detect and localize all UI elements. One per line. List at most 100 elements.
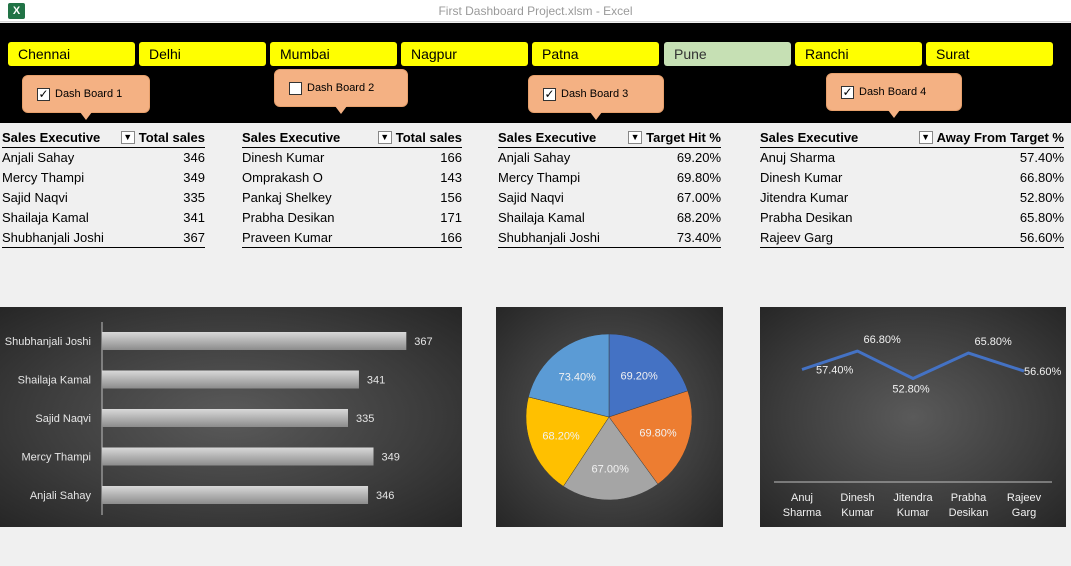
cell-value: 66.80% — [1019, 170, 1064, 185]
table-row[interactable]: Dinesh Kumar 66.80% — [760, 168, 1064, 188]
slicer-city-chennai[interactable]: Chennai — [8, 42, 135, 66]
cell-name: Dinesh Kumar — [760, 170, 843, 185]
table-row[interactable]: Dinesh Kumar 166 — [242, 148, 462, 168]
line-category-label: Anuj — [791, 492, 813, 504]
cell-value: 56.60% — [1019, 230, 1064, 245]
table-row[interactable]: Sajid Naqvi 67.00% — [498, 188, 721, 208]
table-row[interactable]: Shubhanjali Joshi 73.40% — [498, 228, 721, 248]
cell-name: Shailaja Kamal — [498, 210, 585, 225]
cell-value: 349 — [183, 170, 205, 185]
pivot-table-away-from-target: Sales Executive ▼ Away From Target % Anuj … — [760, 128, 1064, 248]
pie-data-label: 68.20% — [542, 431, 580, 443]
line-category-label: Kumar — [897, 507, 930, 519]
dashboard-3-label: Dash Board 3 — [561, 88, 629, 100]
slicer-city-nagpur[interactable]: Nagpur — [401, 42, 528, 66]
pie-data-label: 69.20% — [620, 370, 658, 382]
column-header: Total sales — [395, 130, 462, 145]
column-header: Target Hit % — [646, 130, 721, 145]
table-row[interactable]: Mercy Thampi 69.80% — [498, 168, 721, 188]
cell-value: 156 — [440, 190, 462, 205]
cell-name: Shubhanjali Joshi — [498, 230, 600, 245]
column-header: Sales Executive — [2, 130, 101, 145]
table-row[interactable]: Praveen Kumar 166 — [242, 228, 462, 248]
filter-icon[interactable]: ▼ — [120, 131, 135, 144]
cell-name: Anjali Sahay — [2, 150, 75, 165]
table-row[interactable]: Omprakash O 143 — [242, 168, 462, 188]
filter-icon[interactable]: ▼ — [628, 131, 643, 144]
bar-value-label: 341 — [367, 375, 385, 387]
line-data-label: 52.80% — [892, 384, 930, 396]
dashboard-2-callout: Dash Board 2 — [274, 69, 408, 114]
table-row[interactable]: Mercy Thampi 349 — [2, 168, 205, 188]
line-category-label: Prabha — [951, 492, 987, 504]
table-row[interactable]: Shubhanjali Joshi 367 — [2, 228, 205, 248]
cell-value: 346 — [183, 150, 205, 165]
slicer-city-mumbai[interactable]: Mumbai — [270, 42, 397, 66]
bar-1 — [102, 370, 359, 389]
cell-value: 335 — [183, 190, 205, 205]
cell-name: Pankaj Shelkey — [242, 190, 332, 205]
cell-name: Anuj Sharma — [760, 150, 836, 165]
cell-name: Omprakash O — [242, 170, 323, 185]
line-chart-svg: 57.40% Anuj Sharma 66.80% Dinesh Kumar 52.80% J… — [774, 334, 1062, 519]
cell-name: Jitendra Kumar — [760, 190, 849, 205]
cell-name: Prabha Desikan — [760, 210, 853, 225]
cell-value: 367 — [183, 230, 205, 245]
slicer-city-ranchi[interactable]: Ranchi — [795, 42, 922, 66]
table-row[interactable]: Prabha Desikan 171 — [242, 208, 462, 228]
cell-name: Mercy Thampi — [498, 170, 581, 185]
table-row[interactable]: Jitendra Kumar 52.80% — [760, 188, 1064, 208]
pivot-table-total-sales-1: Sales Executive ▼ Total sales Anjali Sahay… — [2, 128, 205, 248]
table-row[interactable]: Anjali Sahay 346 — [2, 148, 205, 168]
line-data-label: 56.60% — [1024, 366, 1062, 378]
slicer-city-surat[interactable]: Surat — [926, 42, 1053, 66]
table-row[interactable]: Prabha Desikan 65.80% — [760, 208, 1064, 228]
cell-name: Shailaja Kamal — [2, 210, 89, 225]
line-category-label: Garg — [1012, 507, 1036, 519]
line-data-label: 65.80% — [975, 336, 1013, 348]
table-row[interactable]: Anuj Sharma 57.40% — [760, 148, 1064, 168]
dashboard-3-checkbox[interactable]: ✓ — [543, 88, 556, 101]
column-header: Sales Executive — [242, 130, 341, 145]
table-row[interactable]: Anjali Sahay 69.20% — [498, 148, 721, 168]
line-category-label: Desikan — [949, 507, 989, 519]
filter-icon[interactable]: ▼ — [377, 131, 392, 144]
bar-category-label: Shailaja Kamal — [18, 375, 91, 387]
dashboard-2-label: Dash Board 2 — [307, 82, 375, 94]
dashboard-1-checkbox[interactable]: ✓ — [37, 88, 50, 101]
table-row[interactable]: Shailaja Kamal 68.20% — [498, 208, 721, 228]
table-row[interactable]: Rajeev Garg 56.60% — [760, 228, 1064, 248]
cell-value: 67.00% — [676, 190, 721, 205]
table-row[interactable]: Shailaja Kamal 341 — [2, 208, 205, 228]
column-header: Total sales — [138, 130, 205, 145]
slicer-city-delhi[interactable]: Delhi — [139, 42, 266, 66]
dashboard-4-callout: ✓ Dash Board 4 — [826, 73, 962, 118]
table-row[interactable]: Pankaj Shelkey 156 — [242, 188, 462, 208]
filter-icon[interactable]: ▼ — [918, 131, 933, 144]
bar-chart-total-sales[interactable]: Shubhanjali Joshi 367 Shailaja Kamal 341 Saj… — [0, 307, 462, 527]
pie-data-label: 69.80% — [639, 428, 677, 440]
cell-name: Dinesh Kumar — [242, 150, 325, 165]
cell-value: 69.20% — [676, 150, 721, 165]
table-row[interactable]: Sajid Naqvi 335 — [2, 188, 205, 208]
dashboard-3-callout: ✓ Dash Board 3 — [528, 75, 664, 120]
pie-chart-target-hit[interactable]: 69.20% 69.80% 67.00% 68.20% 73.40% — [496, 307, 723, 527]
cell-name: Prabha Desikan — [242, 210, 335, 225]
line-category-label: Dinesh — [840, 492, 874, 504]
slicer-city-patna[interactable]: Patna — [532, 42, 659, 66]
cell-value: 73.40% — [676, 230, 721, 245]
bar-category-label: Mercy Thampi — [22, 452, 91, 464]
line-category-label: Sharma — [783, 507, 822, 519]
dashboard-banner: Chennai Delhi Mumbai Nagpur Patna Pune R… — [0, 23, 1071, 123]
slicer-city-pune[interactable]: Pune — [664, 42, 791, 66]
cell-name: Rajeev Garg — [760, 230, 833, 245]
bar-0 — [102, 332, 407, 350]
dashboard-4-checkbox[interactable]: ✓ — [841, 86, 854, 99]
line-chart-away-from-target[interactable]: 57.40% Anuj Sharma 66.80% Dinesh Kumar 52.80% J… — [760, 307, 1066, 527]
column-header: Away From Target % — [936, 130, 1064, 145]
bar-category-label: Sajid Naqvi — [35, 413, 91, 425]
cell-value: 166 — [440, 150, 462, 165]
dashboard-2-checkbox[interactable] — [289, 82, 302, 95]
cell-value: 52.80% — [1019, 190, 1064, 205]
cell-value: 68.20% — [676, 210, 721, 225]
